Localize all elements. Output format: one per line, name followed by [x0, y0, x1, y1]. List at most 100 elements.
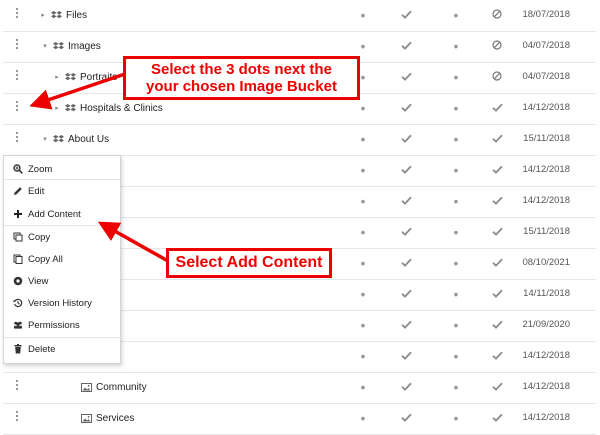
- check-icon: [399, 287, 413, 301]
- dropbox-folder-icon: [65, 103, 76, 113]
- modified-date: 14/12/2018: [522, 164, 570, 175]
- check-icon: [490, 163, 504, 177]
- tree-node[interactable]: ▸ Portraits: [53, 70, 117, 84]
- menu-item-label: Permissions: [28, 319, 80, 331]
- status-dot-icon: •: [453, 317, 459, 333]
- select-dots-callout: Select the 3 dots next the your chosen I…: [123, 56, 360, 100]
- menu-item-view[interactable]: View: [4, 271, 120, 291]
- eye-icon: [13, 276, 23, 286]
- row-actions-kebab-icon[interactable]: [13, 8, 21, 22]
- trash-icon: [13, 344, 23, 354]
- menu-item-label: Edit: [28, 185, 45, 197]
- status-dot-icon: •: [360, 38, 366, 54]
- menu-item-copy[interactable]: Copy: [4, 227, 120, 247]
- modified-date: 14/12/2018: [522, 195, 570, 206]
- menu-item-label: Copy: [28, 231, 51, 243]
- status-dot-icon: •: [360, 379, 366, 395]
- check-icon: [399, 70, 413, 84]
- modified-date: 14/12/2018: [522, 381, 570, 392]
- copy-all-icon: [13, 254, 23, 264]
- modified-date: 14/11/2018: [523, 288, 570, 299]
- modified-date: 15/11/2018: [523, 226, 570, 237]
- table-row[interactable]: Community • • 14/12/2018: [3, 372, 596, 404]
- select-add-content-callout: Select Add Content: [166, 248, 332, 278]
- menu-item-label: Version History: [28, 297, 92, 309]
- tree-node[interactable]: ▸ Files: [39, 8, 87, 22]
- not-allowed-icon: [490, 70, 504, 84]
- zoom-icon: [13, 164, 23, 174]
- check-icon: [399, 8, 413, 22]
- tree-node-label: Portraits: [80, 71, 118, 83]
- check-icon: [490, 318, 504, 332]
- tree-node[interactable]: ▸ Hospitals & Clinics: [53, 101, 163, 115]
- row-actions-kebab-icon[interactable]: [13, 132, 21, 146]
- status-dot-icon: •: [453, 69, 459, 85]
- check-icon: [490, 225, 504, 239]
- menu-item-zoom[interactable]: Zoom: [4, 159, 120, 179]
- row-actions-kebab-icon[interactable]: [13, 70, 21, 84]
- check-icon: [399, 225, 413, 239]
- modified-date: 14/12/2018: [522, 102, 570, 113]
- check-icon: [399, 39, 413, 53]
- table-row[interactable]: ▾ About Us • • 15/11/2018: [3, 124, 596, 156]
- menu-item-label: Copy All: [28, 253, 63, 265]
- dropbox-folder-icon: [51, 10, 62, 20]
- menu-item-edit[interactable]: Edit: [4, 181, 120, 201]
- menu-item-add-content[interactable]: Add Content: [4, 204, 120, 224]
- table-row[interactable]: ▸ Files • • 18/07/2018: [3, 0, 596, 32]
- status-dot-icon: •: [453, 131, 459, 147]
- check-icon: [490, 287, 504, 301]
- menu-item-label: Delete: [28, 343, 56, 355]
- menu-item-version-history[interactable]: Version History: [4, 293, 120, 313]
- tree-node[interactable]: Services: [81, 411, 134, 425]
- check-icon: [490, 411, 504, 425]
- check-icon: [399, 194, 413, 208]
- dropbox-folder-icon: [65, 72, 76, 82]
- status-dot-icon: •: [453, 348, 459, 364]
- check-icon: [399, 380, 413, 394]
- menu-item-label: Add Content: [28, 208, 81, 220]
- caret-down-icon[interactable]: ▾: [41, 135, 49, 143]
- check-icon: [490, 194, 504, 208]
- menu-item-delete[interactable]: Delete: [4, 339, 120, 359]
- callout-line: Select the 3 dots next the: [151, 61, 332, 78]
- dropbox-folder-icon: [53, 41, 64, 51]
- status-dot-icon: •: [360, 410, 366, 426]
- tree-node-label: About Us: [68, 133, 110, 145]
- modified-date: 15/11/2018: [523, 133, 570, 144]
- row-actions-kebab-icon[interactable]: [13, 101, 21, 115]
- modified-date: 04/07/2018: [522, 40, 570, 51]
- check-icon: [399, 101, 413, 115]
- caret-right-icon[interactable]: ▸: [39, 11, 47, 19]
- dropbox-folder-icon: [53, 134, 64, 144]
- row-actions-kebab-icon[interactable]: [13, 411, 21, 425]
- tree-node-label: Images: [68, 40, 101, 52]
- status-dot-icon: •: [360, 317, 366, 333]
- users-icon: [13, 320, 23, 330]
- table-row[interactable]: Services • • 14/12/2018: [3, 403, 596, 435]
- row-actions-kebab-icon[interactable]: [13, 39, 21, 53]
- menu-item-permissions[interactable]: Permissions: [4, 315, 120, 335]
- caret-right-icon[interactable]: ▸: [53, 73, 61, 81]
- row-actions-kebab-icon[interactable]: [13, 380, 21, 394]
- pencil-icon: [13, 186, 23, 196]
- status-dot-icon: •: [360, 100, 366, 116]
- caret-down-icon[interactable]: ▾: [41, 42, 49, 50]
- tree-node-label: Files: [66, 9, 88, 21]
- check-icon: [490, 349, 504, 363]
- check-icon: [490, 132, 504, 146]
- menu-divider: [4, 337, 120, 338]
- status-dot-icon: •: [360, 162, 366, 178]
- status-dot-icon: •: [453, 224, 459, 240]
- check-icon: [490, 256, 504, 270]
- callout-line: Select Add Content: [175, 254, 323, 271]
- status-dot-icon: •: [453, 286, 459, 302]
- caret-right-icon[interactable]: ▸: [53, 104, 61, 112]
- tree-node[interactable]: Community: [81, 380, 147, 394]
- menu-item-copy-all[interactable]: Copy All: [4, 249, 120, 269]
- tree-node[interactable]: ▾ About Us: [41, 132, 109, 146]
- modified-date: 18/07/2018: [522, 9, 570, 20]
- image-icon: [81, 413, 92, 423]
- tree-node[interactable]: ▾ Images: [41, 39, 101, 53]
- check-icon: [490, 380, 504, 394]
